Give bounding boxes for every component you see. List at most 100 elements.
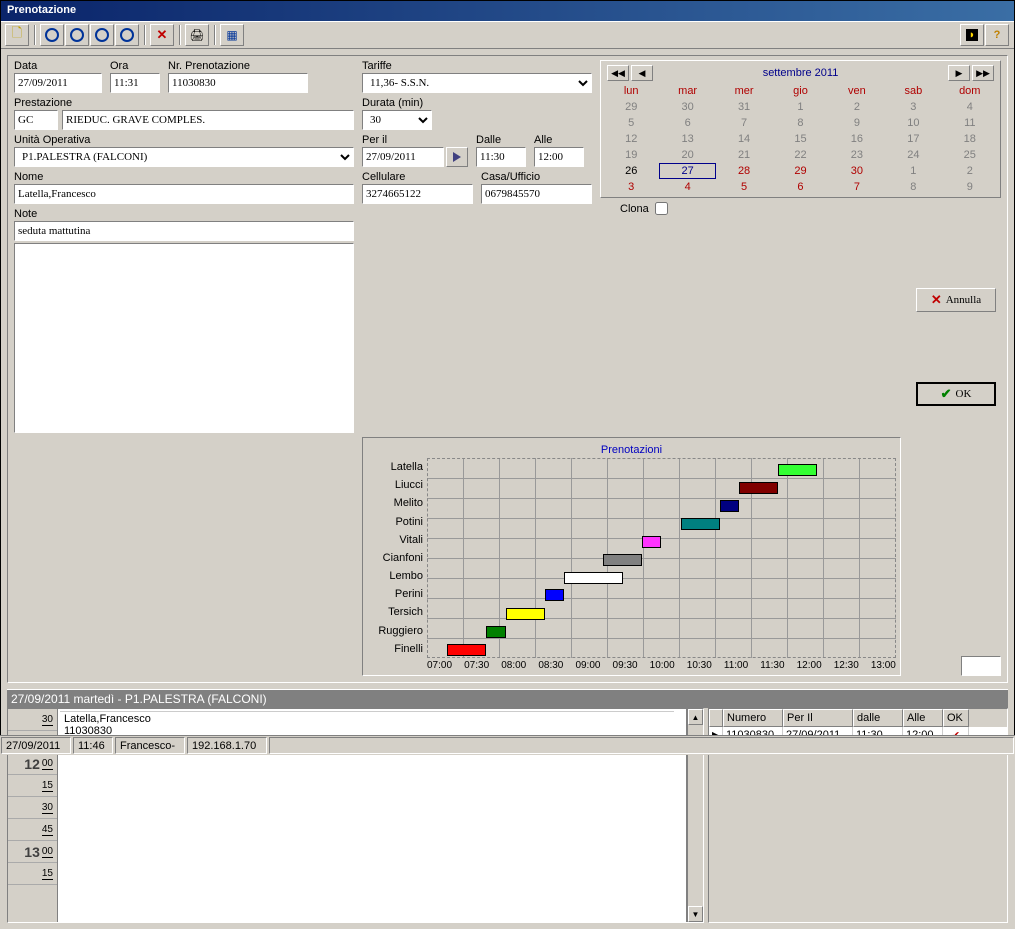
- cal-day[interactable]: 5: [603, 115, 659, 131]
- cal-prev-year-button[interactable]: ◀◀: [607, 65, 629, 81]
- cal-day[interactable]: 1: [885, 163, 941, 179]
- statusbar: 27/09/2011 11:46 Francesco- 192.168.1.70: [0, 735, 1015, 755]
- print-icon[interactable]: 🖨: [185, 24, 209, 46]
- cal-day[interactable]: 23: [829, 147, 885, 163]
- prestazione-label: Prestazione: [14, 97, 354, 109]
- grid-header-alle[interactable]: Alle: [903, 709, 943, 727]
- chart-xtick: 10:00: [650, 660, 675, 671]
- casa-input[interactable]: [481, 184, 592, 204]
- cal-day[interactable]: 9: [942, 179, 998, 195]
- tariffe-label: Tariffe: [362, 60, 592, 72]
- cal-next-year-button[interactable]: ▶▶: [972, 65, 994, 81]
- clona-checkbox[interactable]: [655, 202, 668, 215]
- nome-input[interactable]: [14, 184, 354, 204]
- grid-header-ok[interactable]: OK: [943, 709, 969, 727]
- cal-day[interactable]: 8: [885, 179, 941, 195]
- cal-day[interactable]: 7: [829, 179, 885, 195]
- cal-day[interactable]: 17: [885, 131, 941, 147]
- unita-select[interactable]: P1.PALESTRA (FALCONI): [14, 147, 354, 167]
- cal-dow: lun: [603, 83, 659, 99]
- chart-ylabel: Tersich: [367, 606, 423, 618]
- cal-day[interactable]: 16: [829, 131, 885, 147]
- ora-input[interactable]: [110, 73, 160, 93]
- cal-day[interactable]: 4: [659, 179, 715, 195]
- peril-play-button[interactable]: [446, 147, 468, 167]
- cal-day[interactable]: 29: [603, 99, 659, 115]
- cell-input[interactable]: [362, 184, 473, 204]
- cal-day[interactable]: 31: [716, 99, 772, 115]
- cal-day[interactable]: 20: [659, 147, 715, 163]
- chart-bar: [739, 482, 778, 494]
- nav-next-icon[interactable]: [90, 24, 114, 46]
- cal-day[interactable]: 30: [659, 99, 715, 115]
- cal-day[interactable]: 28: [716, 163, 772, 179]
- exit-icon[interactable]: ◗: [960, 24, 984, 46]
- nav-last-icon[interactable]: [115, 24, 139, 46]
- grid-header-dalle[interactable]: dalle: [853, 709, 903, 727]
- cal-day[interactable]: 1: [772, 99, 828, 115]
- time-slot: 1200: [8, 753, 57, 775]
- cal-day[interactable]: 11: [942, 115, 998, 131]
- ok-button[interactable]: ✔OK: [916, 382, 996, 406]
- cal-day[interactable]: 8: [772, 115, 828, 131]
- scroll-down-button[interactable]: ▼: [688, 906, 703, 922]
- time-slot: 1300: [8, 841, 57, 863]
- cal-day[interactable]: 15: [772, 131, 828, 147]
- cal-prev-month-button[interactable]: ◀: [631, 65, 653, 81]
- cal-day[interactable]: 26: [603, 163, 659, 179]
- window-title: Prenotazione: [7, 4, 76, 16]
- cal-day[interactable]: 2: [942, 163, 998, 179]
- scroll-up-button[interactable]: ▲: [688, 709, 703, 725]
- cal-day[interactable]: 6: [772, 179, 828, 195]
- toolbar-separator: [144, 25, 146, 45]
- annulla-button[interactable]: ✕Annulla: [916, 288, 996, 312]
- peril-input[interactable]: [362, 147, 444, 167]
- cal-day[interactable]: 18: [942, 131, 998, 147]
- cal-day[interactable]: 14: [716, 131, 772, 147]
- cal-day[interactable]: 12: [603, 131, 659, 147]
- npren-input[interactable]: [168, 73, 308, 93]
- cal-day[interactable]: 27: [659, 163, 715, 179]
- cal-day[interactable]: 3: [603, 179, 659, 195]
- appointment-item[interactable]: Latella,Francesco 11030830: [60, 711, 674, 738]
- cal-day[interactable]: 21: [716, 147, 772, 163]
- cal-day[interactable]: 9: [829, 115, 885, 131]
- cal-day[interactable]: 2: [829, 99, 885, 115]
- window-titlebar: Prenotazione: [1, 1, 1014, 21]
- durata-label: Durata (min): [362, 97, 592, 109]
- dalle-input[interactable]: [476, 147, 526, 167]
- cal-next-month-button[interactable]: ▶: [948, 65, 970, 81]
- delete-icon[interactable]: ✕: [150, 24, 174, 46]
- cal-day[interactable]: 30: [829, 163, 885, 179]
- durata-select[interactable]: 30: [362, 110, 432, 130]
- prestazione-desc-input[interactable]: [62, 110, 354, 130]
- cal-day[interactable]: 7: [716, 115, 772, 131]
- cal-day[interactable]: 29: [772, 163, 828, 179]
- nav-first-icon[interactable]: [40, 24, 64, 46]
- grid-header-peril[interactable]: Per Il: [783, 709, 853, 727]
- cal-day[interactable]: 3: [885, 99, 941, 115]
- data-input[interactable]: [14, 73, 102, 93]
- prestazione-code-input[interactable]: [14, 110, 58, 130]
- cal-day[interactable]: 10: [885, 115, 941, 131]
- calendar-icon[interactable]: ▦: [220, 24, 244, 46]
- cal-day[interactable]: 19: [603, 147, 659, 163]
- grid-header-numero[interactable]: Numero: [723, 709, 783, 727]
- nav-prev-icon[interactable]: [65, 24, 89, 46]
- alle-input[interactable]: [534, 147, 584, 167]
- cal-day[interactable]: 25: [942, 147, 998, 163]
- cal-day[interactable]: 5: [716, 179, 772, 195]
- note-textarea[interactable]: [14, 243, 354, 433]
- cal-day[interactable]: 24: [885, 147, 941, 163]
- toolbar-separator: [179, 25, 181, 45]
- cal-day[interactable]: 13: [659, 131, 715, 147]
- check-icon: ✔: [941, 386, 952, 402]
- tariffe-select[interactable]: 11,36- S.S.N.: [362, 73, 592, 93]
- small-input[interactable]: [961, 656, 1001, 676]
- new-icon[interactable]: 🗋: [5, 24, 29, 46]
- cal-day[interactable]: 4: [942, 99, 998, 115]
- note-input[interactable]: [14, 221, 354, 241]
- cal-day[interactable]: 22: [772, 147, 828, 163]
- help-icon[interactable]: ?: [985, 24, 1009, 46]
- cal-day[interactable]: 6: [659, 115, 715, 131]
